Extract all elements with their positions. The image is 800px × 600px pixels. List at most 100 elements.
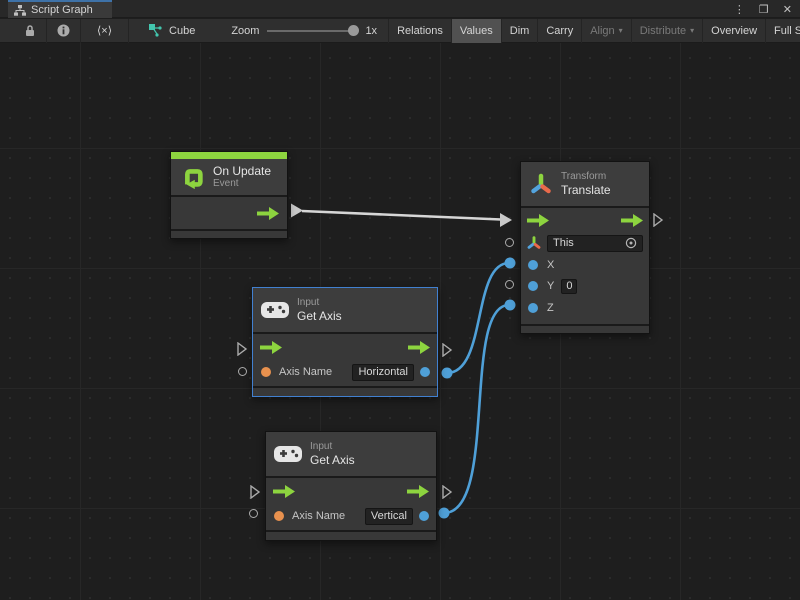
chevron-down-icon: ▾ (619, 26, 623, 35)
flow-port-row (521, 208, 649, 232)
object-picker-icon[interactable] (625, 237, 637, 249)
flow-input-port[interactable] (527, 214, 549, 227)
value-port-external-axis[interactable] (249, 509, 258, 518)
dim-button[interactable]: Dim (502, 19, 539, 43)
axis-port-row: Axis Name Vertical (266, 504, 436, 528)
node-body: This X Y 0 Z (521, 208, 649, 324)
values-label: Values (460, 25, 493, 37)
overview-label: Overview (711, 25, 757, 37)
node-footer (253, 388, 437, 396)
flow-input-port[interactable] (260, 341, 282, 354)
loop-event-icon (179, 164, 205, 190)
node-header: Input Get Axis (253, 288, 437, 332)
value-input-port-axis-name[interactable] (274, 511, 284, 521)
node-header: Transform Translate (521, 162, 649, 206)
code-view-label: ⟨×⟩ (97, 24, 112, 37)
toolbar-spacer (129, 19, 141, 43)
y-value: 0 (566, 280, 572, 292)
zoom-label: Zoom (231, 25, 259, 37)
transform-icon (527, 236, 541, 250)
value-output-port[interactable] (420, 367, 430, 377)
self-target-value: This (553, 237, 574, 249)
self-target-field[interactable]: This (547, 235, 643, 252)
flow-input-port[interactable] (273, 485, 295, 498)
axis-name-value: Horizontal (358, 366, 408, 378)
values-button[interactable]: Values (452, 19, 502, 43)
align-label: Align (590, 25, 614, 37)
value-input-port-y[interactable] (528, 281, 538, 291)
distribute-label: Distribute (640, 25, 686, 37)
close-icon[interactable]: ✕ (783, 3, 792, 16)
value-input-port-axis-name[interactable] (261, 367, 271, 377)
value-input-port-x[interactable] (528, 260, 538, 270)
y-port-row: Y 0 (521, 275, 649, 297)
window-menu-icon[interactable]: ⋮ (734, 3, 745, 16)
node-title: Translate (561, 183, 611, 197)
flow-port-row (266, 478, 436, 504)
overview-button[interactable]: Overview (703, 19, 766, 43)
title-bar: Script Graph ⋮ ❐ ✕ (0, 0, 800, 18)
gamepad-icon (274, 445, 302, 463)
axis-name-value: Vertical (371, 510, 407, 522)
x-port-row: X (521, 254, 649, 275)
distribute-button[interactable]: Distribute ▾ (632, 19, 703, 43)
node-get-axis-vertical[interactable]: Input Get Axis Axis Name Vertical (265, 431, 437, 541)
value-port-external-axis[interactable] (238, 367, 247, 376)
gamepad-icon (261, 301, 289, 319)
axis-name-field[interactable]: Vertical (365, 508, 413, 525)
node-footer (171, 231, 287, 238)
axis-port-row: Axis Name Horizontal (253, 360, 437, 384)
event-color-bar (171, 152, 287, 159)
code-view-button[interactable]: ⟨×⟩ (81, 19, 129, 43)
node-body: Axis Name Vertical (266, 478, 436, 530)
carry-label: Carry (546, 25, 573, 37)
flow-output-port-external[interactable] (441, 343, 453, 357)
zoom-slider-handle[interactable] (348, 25, 359, 36)
full-screen-label: Full Screen (774, 25, 800, 37)
script-graph-window: Script Graph ⋮ ❐ ✕ ⟨×⟩ (0, 0, 800, 600)
window-controls: ⋮ ❐ ✕ (734, 0, 792, 18)
align-button[interactable]: Align ▾ (582, 19, 631, 43)
flow-output-port[interactable] (407, 485, 429, 498)
flow-output-port[interactable] (408, 341, 430, 354)
graph-name-label: Cube (169, 25, 195, 37)
z-port-row: Z (521, 297, 649, 318)
lock-icon (24, 24, 36, 37)
flow-output-port-external[interactable] (441, 485, 453, 499)
node-get-axis-horizontal[interactable]: Input Get Axis Axis Name Horizontal (252, 287, 438, 397)
maximize-icon[interactable]: ❐ (759, 3, 769, 16)
graph-toolbar: ⟨×⟩ Cube Zoom 1x Relations Values (0, 19, 800, 43)
axis-name-field[interactable]: Horizontal (352, 364, 414, 381)
value-port-external-y[interactable] (505, 280, 514, 289)
flow-input-port-external[interactable] (236, 342, 248, 356)
graph-reference[interactable]: Cube (141, 19, 203, 43)
node-footer (266, 532, 436, 540)
zoom-slider[interactable] (267, 30, 357, 32)
flow-output-port[interactable] (257, 207, 279, 220)
zoom-control: Zoom 1x (221, 25, 387, 37)
carry-button[interactable]: Carry (538, 19, 582, 43)
value-input-port-z[interactable] (528, 303, 538, 313)
value-port-external-this[interactable] (505, 238, 514, 247)
value-output-port[interactable] (419, 511, 429, 521)
y-value-field[interactable]: 0 (561, 279, 577, 294)
node-header: Input Get Axis (266, 432, 436, 476)
zoom-value: 1x (365, 25, 377, 37)
relations-button[interactable]: Relations (389, 19, 452, 43)
node-translate[interactable]: Transform Translate This (520, 161, 650, 334)
node-title: On Update (213, 164, 271, 178)
flow-input-port-external[interactable] (249, 485, 261, 499)
axis-name-label: Axis Name (292, 510, 345, 522)
node-subtitle: Input (310, 441, 355, 453)
node-on-update[interactable]: On Update Event (170, 151, 288, 239)
tab-label: Script Graph (31, 4, 93, 16)
full-screen-button[interactable]: Full Screen (766, 19, 800, 43)
node-footer (521, 326, 649, 333)
flow-output-port-external[interactable] (652, 213, 664, 227)
inspect-button[interactable] (47, 19, 81, 43)
port-label-z: Z (547, 302, 554, 314)
flow-output-port[interactable] (621, 214, 643, 227)
port-label-y: Y (547, 280, 554, 292)
tab-script-graph[interactable]: Script Graph (8, 0, 112, 18)
lock-button[interactable] (14, 19, 47, 43)
